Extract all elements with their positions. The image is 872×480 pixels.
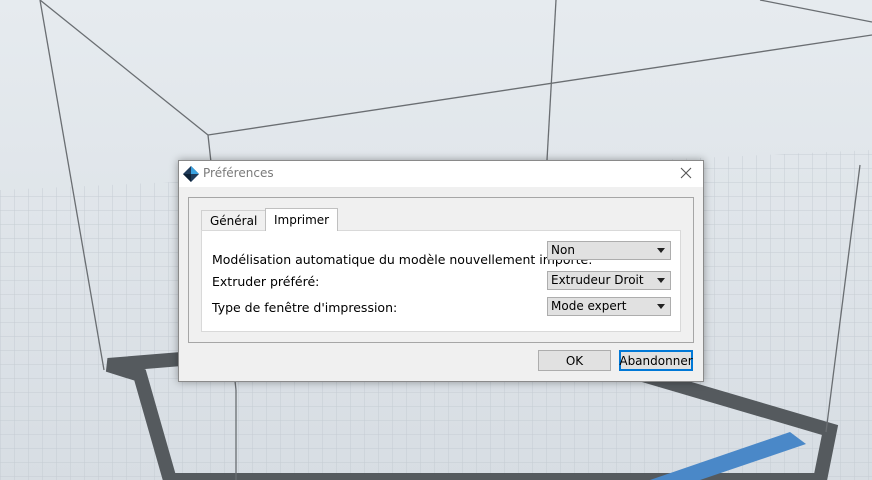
preferred-extruder-label: Extruder préféré:	[212, 274, 320, 289]
cancel-button[interactable]: Abandonner	[619, 350, 693, 371]
dialog-titlebar[interactable]: Préférences	[179, 161, 703, 187]
chevron-down-icon	[657, 278, 665, 283]
preferences-dialog: Préférences Général Imprimer Modélisatio…	[178, 160, 704, 382]
chevron-down-icon	[657, 304, 665, 309]
print-window-type-value: Mode expert	[551, 299, 627, 313]
printer-settings-panel: Modélisation automatique du modèle nouve…	[201, 230, 681, 332]
dialog-title: Préférences	[203, 166, 274, 180]
tab-general[interactable]: Général	[201, 210, 267, 230]
preferred-extruder-value: Extrudeur Droit	[551, 273, 644, 287]
print-window-type-select[interactable]: Mode expert	[547, 297, 671, 316]
close-button[interactable]	[669, 161, 703, 187]
tab-printer[interactable]: Imprimer	[265, 208, 339, 231]
ok-button[interactable]: OK	[538, 350, 611, 371]
close-icon	[680, 167, 692, 182]
app-logo-icon	[183, 166, 199, 182]
dialog-content: Général Imprimer Modélisation automatiqu…	[188, 197, 694, 343]
auto-model-select[interactable]: Non	[547, 241, 671, 260]
auto-model-value: Non	[551, 243, 575, 257]
preferred-extruder-select[interactable]: Extrudeur Droit	[547, 271, 671, 290]
print-window-type-label: Type de fenêtre d'impression:	[212, 300, 398, 315]
chevron-down-icon	[657, 248, 665, 253]
auto-model-label: Modélisation automatique du modèle nouve…	[212, 252, 593, 267]
